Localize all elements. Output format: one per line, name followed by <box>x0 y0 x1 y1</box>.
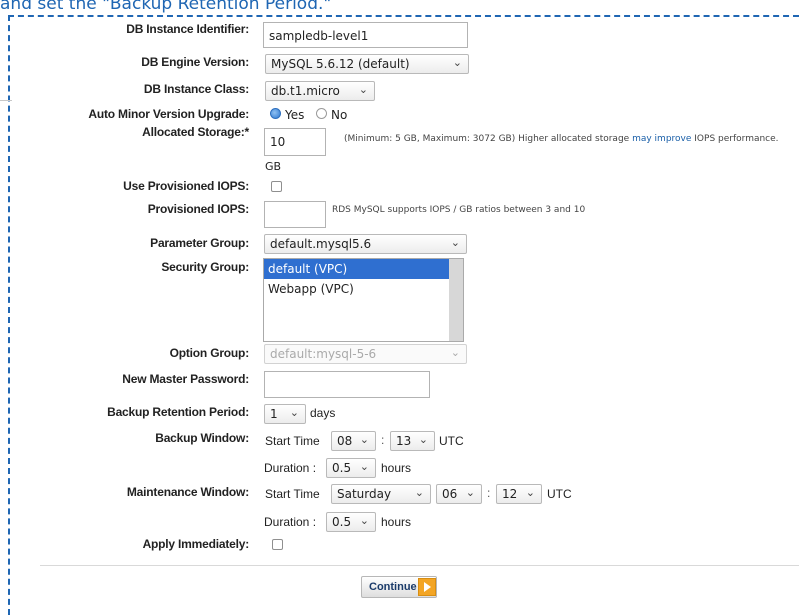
auto-minor-no-radio[interactable] <box>316 108 327 119</box>
auto-minor-yes-radio[interactable] <box>270 108 281 119</box>
maintenance-hour-value: 06 <box>442 487 458 501</box>
engine-version-select[interactable]: MySQL 5.6.12 (default) ⌄ <box>265 54 469 74</box>
master-password-input[interactable] <box>264 371 430 398</box>
chevron-down-icon: ⌄ <box>525 486 535 499</box>
parameter-group-label: Parameter Group: <box>150 236 249 250</box>
backup-start-time-label: Start Time <box>265 434 320 448</box>
may-improve-link[interactable]: may improve <box>632 134 691 144</box>
backup-hour-value: 08 <box>337 434 353 448</box>
instance-class-select[interactable]: db.t1.micro ⌄ <box>265 81 375 101</box>
maintenance-minute-value: 12 <box>502 487 518 501</box>
maintenance-duration-unit: hours <box>381 515 412 529</box>
storage-note-text-end: IOPS performance. <box>694 134 779 144</box>
maintenance-duration-label: Duration : <box>264 515 317 529</box>
backup-timezone: UTC <box>439 434 464 448</box>
backup-duration-value: 0.5 <box>332 461 352 475</box>
time-separator: : <box>381 433 385 447</box>
backup-minute-value: 13 <box>396 434 412 448</box>
allocated-storage-label: Allocated Storage:* <box>142 125 249 139</box>
security-group-listbox[interactable]: default (VPC) Webapp (VPC) <box>263 258 464 342</box>
maintenance-hour-select[interactable]: 06 ⌄ <box>436 484 482 504</box>
form-divider <box>40 565 799 566</box>
chevron-down-icon: ⌄ <box>359 460 369 473</box>
parameter-group-select[interactable]: default.mysql5.6 ⌄ <box>264 234 467 254</box>
instance-id-label: DB Instance Identifier: <box>126 22 249 36</box>
backup-window-label: Backup Window: <box>155 431 249 445</box>
auto-minor-no-label: No <box>331 108 348 122</box>
maintenance-duration-select[interactable]: 0.5 ⌄ <box>326 512 376 532</box>
allocated-storage-input[interactable]: 10 <box>264 128 326 156</box>
chevron-down-icon: ⌄ <box>289 406 299 419</box>
security-group-label: Security Group: <box>161 260 249 274</box>
maintenance-window-label: Maintenance Window: <box>126 485 249 499</box>
option-group-label: Option Group: <box>169 346 250 360</box>
provisioned-iops-input[interactable] <box>264 201 326 228</box>
allocated-storage-unit: GB <box>265 160 282 173</box>
use-provisioned-iops-label: Use Provisioned IOPS: <box>123 179 249 193</box>
apply-immediately-checkbox[interactable] <box>272 539 283 550</box>
backup-retention-label: Backup Retention Period: <box>107 405 249 419</box>
maintenance-day-select[interactable]: Saturday ⌄ <box>331 484 431 504</box>
master-password-label: New Master Password: <box>122 372 249 386</box>
instance-id-input[interactable]: sampledb-level1 <box>263 22 468 48</box>
auto-minor-yes-label: Yes <box>285 108 305 122</box>
backup-duration-label: Duration : <box>264 461 317 475</box>
backup-duration-unit: hours <box>381 461 412 475</box>
security-group-option[interactable]: Webapp (VPC) <box>264 279 463 299</box>
chevron-down-icon: ⌄ <box>450 236 460 249</box>
parameter-group-value: default.mysql5.6 <box>270 237 372 251</box>
instruction-caption: and set the "Backup Retention Period." <box>0 0 332 14</box>
storage-note-text: (Minimum: 5 GB, Maximum: 3072 GB) Higher… <box>344 134 630 144</box>
backup-retention-unit: days <box>310 406 336 420</box>
chevron-down-icon: ⌄ <box>359 514 369 527</box>
option-group-select[interactable]: default:mysql-5-6 ⌄ <box>264 344 467 364</box>
backup-duration-select[interactable]: 0.5 ⌄ <box>326 458 376 478</box>
continue-label: Continue <box>369 581 417 593</box>
engine-version-value: MySQL 5.6.12 (default) <box>271 57 410 71</box>
chevron-down-icon: ⌄ <box>414 486 424 499</box>
highlight-frame-top <box>8 15 799 17</box>
backup-retention-value: 1 <box>270 407 278 421</box>
provisioned-iops-note: RDS MySQL supports IOPS / GB ratios betw… <box>332 205 586 215</box>
provisioned-iops-label: Provisioned IOPS: <box>147 202 249 216</box>
chevron-down-icon: ⌄ <box>359 433 369 446</box>
use-provisioned-iops-checkbox[interactable] <box>271 181 282 192</box>
backup-retention-select[interactable]: 1 ⌄ <box>264 404 306 424</box>
maintenance-duration-value: 0.5 <box>332 515 352 529</box>
instance-class-value: db.t1.micro <box>271 84 340 98</box>
option-group-value: default:mysql-5-6 <box>270 347 377 361</box>
apply-immediately-label: Apply Immediately: <box>142 537 250 551</box>
panel-edge-line <box>0 100 12 101</box>
security-group-scrollbar[interactable] <box>449 259 463 341</box>
arrow-right-icon <box>418 578 436 596</box>
allocated-storage-note: (Minimum: 5 GB, Maximum: 3072 GB) Higher… <box>344 131 796 147</box>
continue-button[interactable]: Continue <box>361 576 437 598</box>
engine-version-label: DB Engine Version: <box>141 55 249 69</box>
chevron-down-icon: ⌄ <box>450 346 460 359</box>
backup-minute-select[interactable]: 13 ⌄ <box>390 431 435 451</box>
instance-class-label: DB Instance Class: <box>143 82 249 96</box>
maintenance-minute-select[interactable]: 12 ⌄ <box>496 484 542 504</box>
maintenance-start-time-label: Start Time <box>265 487 320 501</box>
time-separator: : <box>487 486 491 500</box>
chevron-down-icon: ⌄ <box>358 83 368 96</box>
auto-minor-upgrade-label: Auto Minor Version Upgrade: <box>88 107 249 121</box>
maintenance-day-value: Saturday <box>337 487 392 501</box>
security-group-option[interactable]: default (VPC) <box>264 259 463 279</box>
highlight-frame-left <box>8 15 10 615</box>
backup-hour-select[interactable]: 08 ⌄ <box>331 431 376 451</box>
chevron-down-icon: ⌄ <box>418 433 428 446</box>
maintenance-timezone: UTC <box>547 487 572 501</box>
chevron-down-icon: ⌄ <box>452 56 462 69</box>
chevron-down-icon: ⌄ <box>465 486 475 499</box>
